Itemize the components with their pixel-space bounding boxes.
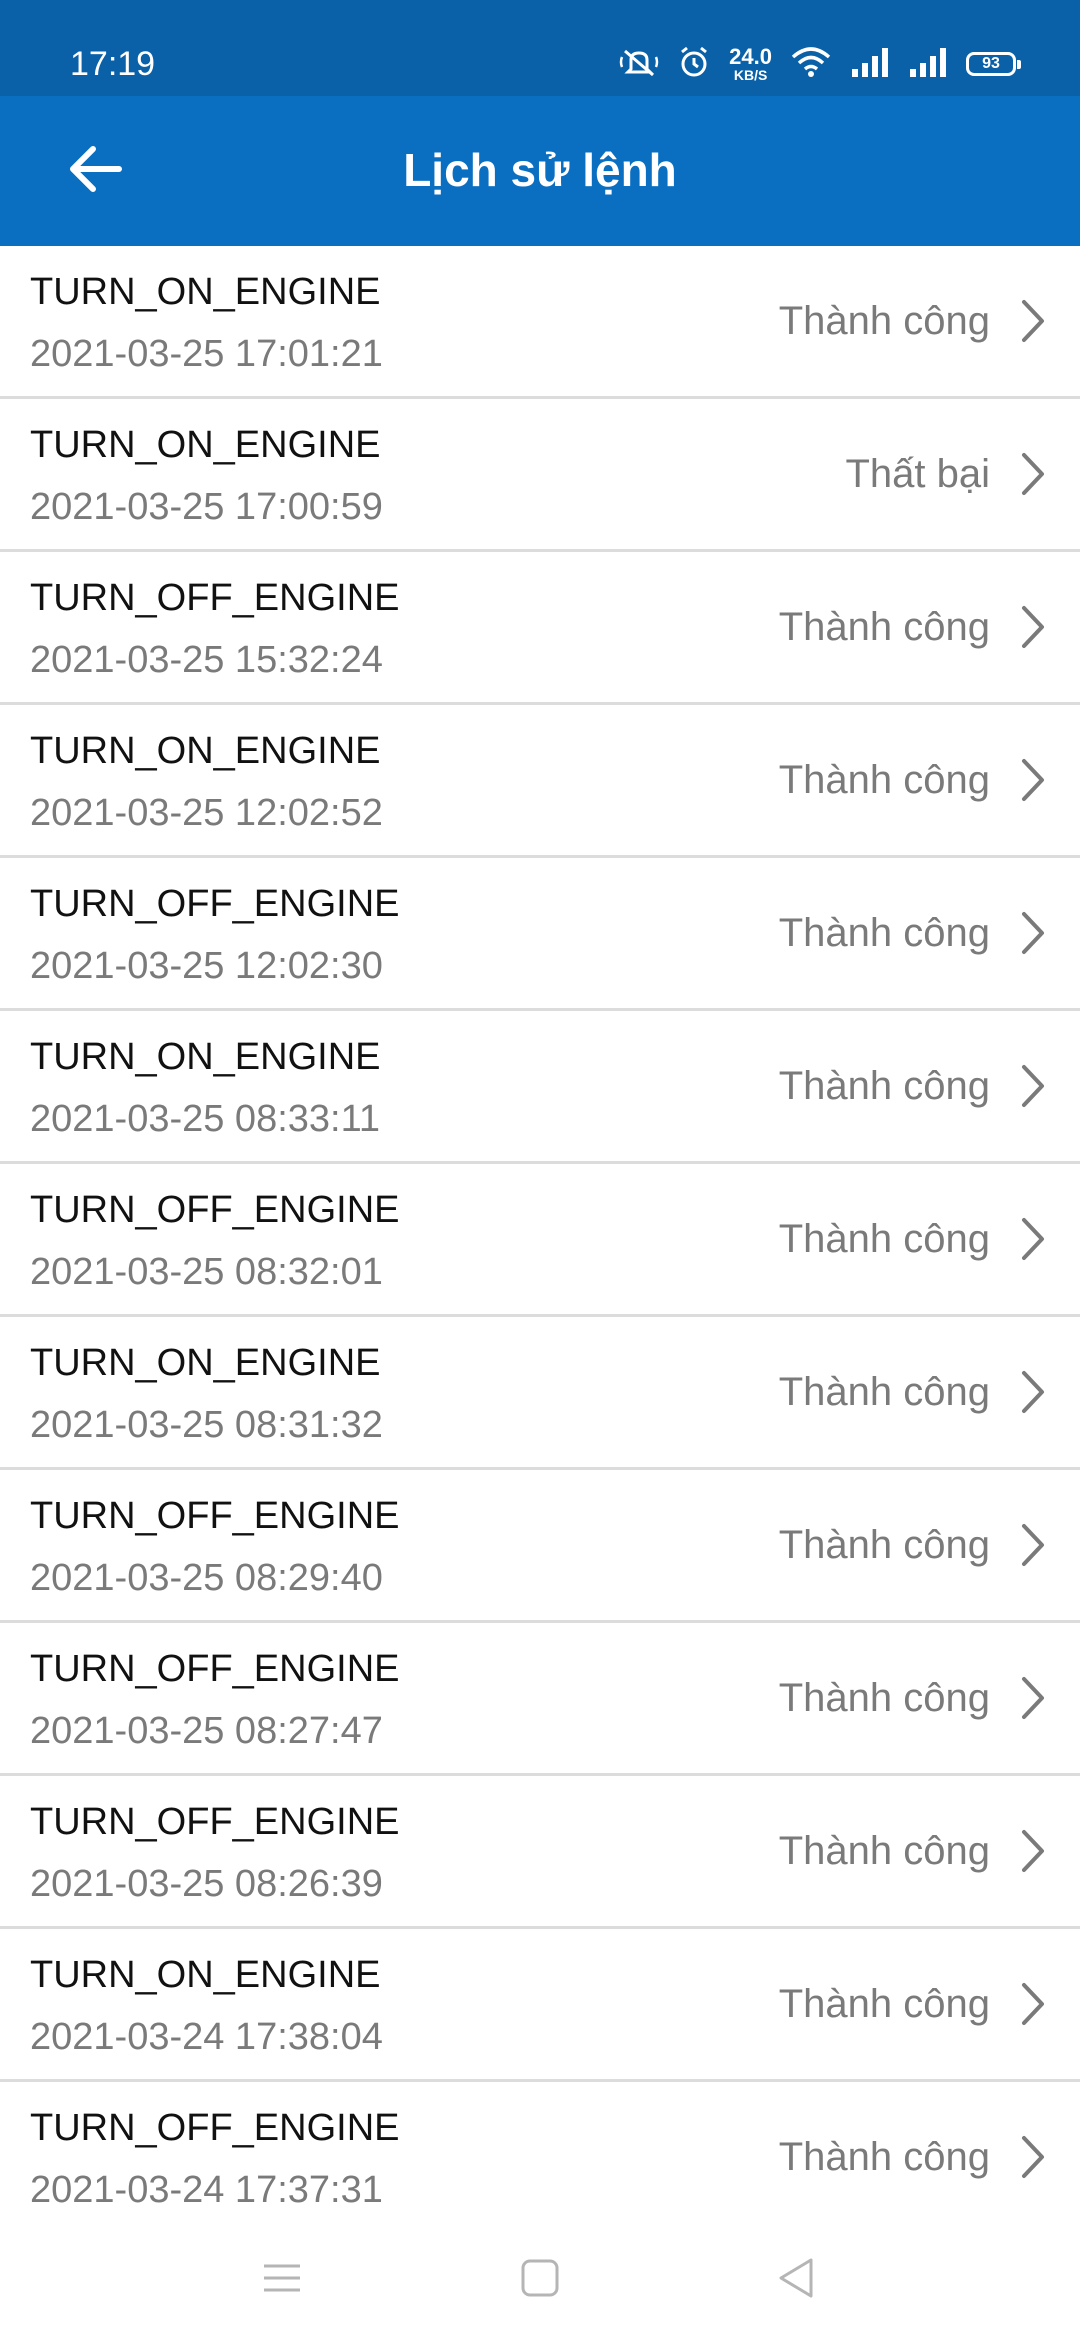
back-triangle-icon bbox=[775, 2256, 817, 2305]
chevron-right-icon bbox=[1012, 755, 1052, 805]
history-row[interactable]: TURN_OFF_ENGINE 2021-03-25 08:32:01 Thành … bbox=[0, 1164, 1080, 1317]
command-timestamp: 2021-03-25 12:02:52 bbox=[30, 792, 383, 834]
command-status: Thành công bbox=[778, 299, 990, 343]
signal-icon bbox=[850, 45, 890, 84]
command-timestamp: 2021-03-25 08:26:39 bbox=[30, 1863, 383, 1905]
command-name: TURN_OFF_ENGINE bbox=[30, 577, 400, 619]
chevron-right-icon bbox=[1012, 1520, 1052, 1570]
chevron-right-icon bbox=[1012, 1061, 1052, 1111]
history-row[interactable]: TURN_ON_ENGINE 2021-03-25 17:00:59 Thất bạ… bbox=[0, 399, 1080, 552]
chevron-right-icon bbox=[1012, 1673, 1052, 1723]
chevron-right-icon bbox=[1012, 1214, 1052, 1264]
history-row[interactable]: TURN_OFF_ENGINE 2021-03-24 17:37:31 Thành … bbox=[0, 2082, 1080, 2235]
history-row[interactable]: TURN_ON_ENGINE 2021-03-25 08:31:32 Thành c… bbox=[0, 1317, 1080, 1470]
history-row[interactable]: TURN_OFF_ENGINE 2021-03-25 08:26:39 Thành … bbox=[0, 1776, 1080, 1929]
home-square-icon bbox=[519, 2257, 561, 2304]
status-icons: 24.0 KB/S 93 bbox=[619, 44, 1021, 84]
back-nav-button[interactable] bbox=[766, 2250, 826, 2310]
history-row[interactable]: TURN_OFF_ENGINE 2021-03-25 08:27:47 Thành … bbox=[0, 1623, 1080, 1776]
chevron-right-icon bbox=[1012, 2132, 1052, 2182]
command-timestamp: 2021-03-25 08:31:32 bbox=[30, 1404, 383, 1446]
command-name: TURN_ON_ENGINE bbox=[30, 271, 381, 313]
command-name: TURN_ON_ENGINE bbox=[30, 424, 381, 466]
wifi-icon bbox=[790, 45, 832, 84]
command-timestamp: 2021-03-25 08:33:11 bbox=[30, 1098, 381, 1140]
command-name: TURN_ON_ENGINE bbox=[30, 1954, 381, 1996]
menu-icon bbox=[260, 2258, 304, 2303]
command-status: Thành công bbox=[778, 1217, 990, 1261]
command-status: Thành công bbox=[778, 1370, 990, 1414]
command-status: Thành công bbox=[778, 1829, 990, 1873]
command-name: TURN_OFF_ENGINE bbox=[30, 1801, 400, 1843]
command-name: TURN_ON_ENGINE bbox=[30, 1036, 381, 1078]
history-row[interactable]: TURN_OFF_ENGINE 2021-03-25 12:02:30 Thành … bbox=[0, 858, 1080, 1011]
app-bar: Lịch sử lệnh bbox=[0, 96, 1080, 246]
command-name: TURN_OFF_ENGINE bbox=[30, 1495, 400, 1537]
command-status: Thành công bbox=[778, 2135, 990, 2179]
command-timestamp: 2021-03-24 17:37:31 bbox=[30, 2169, 383, 2211]
command-status: Thành công bbox=[778, 1523, 990, 1567]
command-name: TURN_OFF_ENGINE bbox=[30, 1189, 400, 1231]
command-status: Thành công bbox=[778, 1676, 990, 1720]
command-name: TURN_ON_ENGINE bbox=[30, 730, 381, 772]
command-timestamp: 2021-03-25 08:32:01 bbox=[30, 1251, 383, 1293]
page-title: Lịch sử lệnh bbox=[403, 144, 677, 196]
history-row[interactable]: TURN_OFF_ENGINE 2021-03-25 15:32:24 Thành … bbox=[0, 552, 1080, 705]
history-row[interactable]: TURN_ON_ENGINE 2021-03-25 17:01:21 Thành c… bbox=[0, 246, 1080, 399]
command-timestamp: 2021-03-24 17:38:04 bbox=[30, 2016, 383, 2058]
mute-icon bbox=[619, 45, 659, 84]
chevron-right-icon bbox=[1012, 296, 1052, 346]
battery-icon: 93 bbox=[966, 52, 1021, 76]
net-speed-value: 24.0 bbox=[729, 44, 772, 69]
command-timestamp: 2021-03-25 17:00:59 bbox=[30, 486, 383, 528]
history-row[interactable]: TURN_ON_ENGINE 2021-03-25 12:02:52 Thành c… bbox=[0, 705, 1080, 858]
history-row[interactable]: TURN_OFF_ENGINE 2021-03-25 08:29:40 Thành … bbox=[0, 1470, 1080, 1623]
command-timestamp: 2021-03-25 08:29:40 bbox=[30, 1557, 383, 1599]
home-button[interactable] bbox=[510, 2250, 570, 2310]
net-speed: 24.0 KB/S bbox=[729, 44, 772, 83]
command-name: TURN_OFF_ENGINE bbox=[30, 883, 400, 925]
command-status: Thất bại bbox=[845, 452, 990, 496]
chevron-right-icon bbox=[1012, 449, 1052, 499]
command-timestamp: 2021-03-25 08:27:47 bbox=[30, 1710, 383, 1752]
command-timestamp: 2021-03-25 17:01:21 bbox=[30, 333, 383, 375]
alarm-icon bbox=[677, 45, 711, 84]
command-name: TURN_OFF_ENGINE bbox=[30, 1648, 400, 1690]
command-status: Thành công bbox=[778, 758, 990, 802]
net-speed-unit: KB/S bbox=[733, 67, 768, 83]
menu-button[interactable] bbox=[252, 2250, 312, 2310]
battery-level: 93 bbox=[982, 55, 1000, 72]
command-status: Thành công bbox=[778, 1064, 990, 1108]
chevron-right-icon bbox=[1012, 1979, 1052, 2029]
command-name: TURN_ON_ENGINE bbox=[30, 1342, 381, 1384]
command-status: Thành công bbox=[778, 605, 990, 649]
command-timestamp: 2021-03-25 12:02:30 bbox=[30, 945, 383, 987]
chevron-right-icon bbox=[1012, 602, 1052, 652]
command-name: TURN_OFF_ENGINE bbox=[30, 2107, 400, 2149]
command-timestamp: 2021-03-25 15:32:24 bbox=[30, 639, 383, 681]
history-row[interactable]: TURN_ON_ENGINE 2021-03-25 08:33:11 Thành c… bbox=[0, 1011, 1080, 1164]
command-status: Thành công bbox=[778, 1982, 990, 2026]
chevron-right-icon bbox=[1012, 1826, 1052, 1876]
command-status: Thành công bbox=[778, 911, 990, 955]
chevron-right-icon bbox=[1012, 1367, 1052, 1417]
history-row[interactable]: TURN_ON_ENGINE 2021-03-24 17:38:04 Thành c… bbox=[0, 1929, 1080, 2082]
chevron-right-icon bbox=[1012, 908, 1052, 958]
command-history-list: TURN_ON_ENGINE 2021-03-25 17:01:21 Thành c… bbox=[0, 246, 1080, 2235]
status-time: 17:19 bbox=[70, 45, 156, 83]
signal-icon bbox=[908, 45, 948, 84]
status-bar: 17:19 24.0 KB/S 93 bbox=[0, 0, 1080, 96]
system-nav-bar bbox=[0, 2220, 1080, 2340]
